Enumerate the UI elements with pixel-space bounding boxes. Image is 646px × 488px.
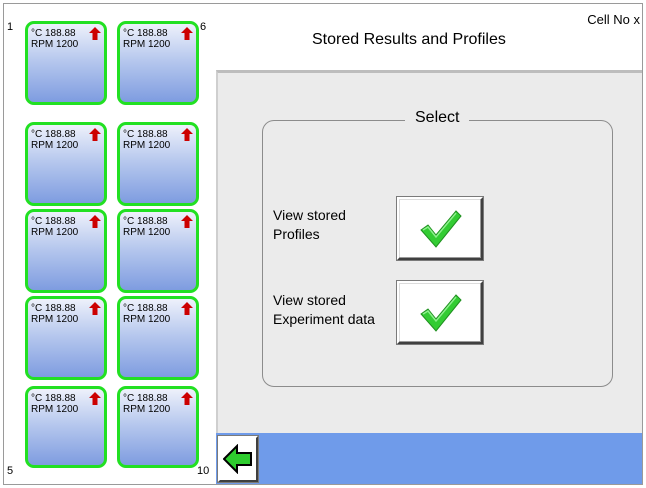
cell-tile[interactable]: °C 188.88 RPM 1200 <box>25 21 107 105</box>
cell-rpm: RPM 1200 <box>123 39 171 50</box>
cell-tile[interactable]: °C 188.88 RPM 1200 <box>117 122 199 206</box>
back-button[interactable] <box>218 436 258 482</box>
cell-tile[interactable]: °C 188.88 RPM 1200 <box>25 122 107 206</box>
cell-tile[interactable]: °C 188.88 RPM 1200 <box>25 386 107 468</box>
up-arrow-icon <box>181 128 193 141</box>
view-experiment-data-label-line2: Experiment data <box>273 311 375 327</box>
up-arrow-icon <box>181 215 193 228</box>
cell-tile[interactable]: °C 188.88 RPM 1200 <box>25 296 107 380</box>
cell-number-bottom-right: 10 <box>197 465 210 477</box>
cell-number-bottom-left: 5 <box>7 465 14 477</box>
cell-temperature: °C 188.88 <box>31 393 76 404</box>
app-window: 1 6 5 10 °C 188.88 RPM 1200 °C 188.88 RPM 1… <box>3 3 643 485</box>
cell-rpm: RPM 1200 <box>123 227 171 238</box>
main-panel: Select View stored Profiles View stored … <box>216 70 642 433</box>
up-arrow-icon <box>89 392 101 405</box>
up-arrow-icon <box>89 302 101 315</box>
cell-temperature: °C 188.88 <box>123 303 168 314</box>
cell-rpm: RPM 1200 <box>31 227 79 238</box>
select-group: Select View stored Profiles View stored … <box>262 109 613 387</box>
view-experiment-data-label-line1: View stored <box>273 292 346 308</box>
cell-temperature: °C 188.88 <box>31 303 76 314</box>
cell-temperature: °C 188.88 <box>123 129 168 140</box>
cell-number-top-right: 6 <box>200 21 207 33</box>
header-bar: Stored Results and Profiles Cell No x <box>216 4 642 70</box>
up-arrow-icon <box>181 302 193 315</box>
cell-tile[interactable]: °C 188.88 RPM 1200 <box>25 209 107 293</box>
cell-temperature: °C 188.88 <box>123 216 168 227</box>
cell-rpm: RPM 1200 <box>31 314 79 325</box>
up-arrow-icon <box>89 27 101 40</box>
up-arrow-icon <box>89 128 101 141</box>
page-title: Stored Results and Profiles <box>312 31 506 48</box>
cell-number-top-left: 1 <box>7 21 14 33</box>
cell-temperature: °C 188.88 <box>31 216 76 227</box>
cell-rpm: RPM 1200 <box>123 404 171 415</box>
cell-rpm: RPM 1200 <box>31 140 79 151</box>
select-group-label: Select <box>405 109 470 127</box>
cell-tile[interactable]: °C 188.88 RPM 1200 <box>117 209 199 293</box>
cell-tile[interactable]: °C 188.88 RPM 1200 <box>117 386 199 468</box>
cell-tile[interactable]: °C 188.88 RPM 1200 <box>117 296 199 380</box>
cell-rpm: RPM 1200 <box>123 140 171 151</box>
up-arrow-icon <box>181 392 193 405</box>
view-profiles-label-line1: View stored <box>273 207 346 223</box>
view-experiment-data-button[interactable] <box>397 281 483 344</box>
cell-number-label: Cell No x <box>587 12 640 27</box>
back-arrow-icon <box>223 444 252 474</box>
view-profiles-label: View stored Profiles <box>273 206 346 244</box>
view-experiment-data-label: View stored Experiment data <box>273 291 375 329</box>
cell-panel: 1 6 5 10 °C 188.88 RPM 1200 °C 188.88 RPM 1… <box>4 4 216 484</box>
cell-temperature: °C 188.88 <box>31 129 76 140</box>
view-profiles-button[interactable] <box>397 197 483 260</box>
up-arrow-icon <box>89 215 101 228</box>
cell-rpm: RPM 1200 <box>31 39 79 50</box>
up-arrow-icon <box>181 27 193 40</box>
checkmark-icon <box>420 210 462 248</box>
cell-tile[interactable]: °C 188.88 RPM 1200 <box>117 21 199 105</box>
cell-rpm: RPM 1200 <box>123 314 171 325</box>
view-profiles-label-line2: Profiles <box>273 226 320 242</box>
cell-temperature: °C 188.88 <box>31 28 76 39</box>
cell-temperature: °C 188.88 <box>123 393 168 404</box>
cell-rpm: RPM 1200 <box>31 404 79 415</box>
footer-bar <box>216 433 642 484</box>
cell-temperature: °C 188.88 <box>123 28 168 39</box>
checkmark-icon <box>420 294 462 332</box>
